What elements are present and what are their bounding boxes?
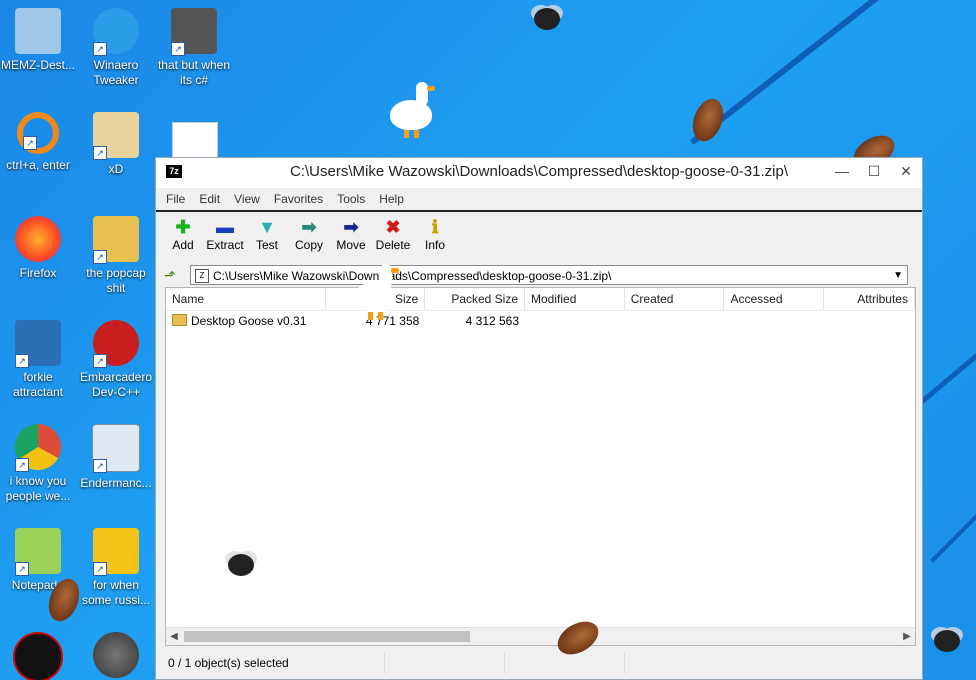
dark-app-icon: [13, 632, 63, 680]
de-icon: ↗: [93, 528, 139, 576]
desktop-icon-chrome[interactable]: ↗ i know you people we...: [0, 424, 76, 504]
ring-icon: ↗: [17, 112, 59, 154]
folder-up-icon[interactable]: ⬏: [164, 267, 180, 283]
fly-icon: [534, 8, 560, 30]
desktop-icon-endermanch[interactable]: ↗ Endermanc...: [78, 424, 154, 491]
check-icon: ▼: [258, 217, 276, 237]
folder-icon: [172, 314, 187, 326]
flash-icon: [93, 632, 139, 678]
monitor-gear-icon: ↗: [15, 320, 61, 368]
column-attributes[interactable]: Attributes: [824, 288, 915, 310]
app-window-icon: ↗: [92, 424, 140, 473]
row-size: 4 771 358: [365, 314, 420, 328]
column-packed-size[interactable]: Packed Size: [425, 288, 526, 310]
desktop-icon-russian[interactable]: ↗ for when some russi...: [78, 528, 154, 608]
7zip-window: 7z C:\Users\Mike Wazowski\Downloads\Comp…: [155, 157, 923, 680]
status-selection: 0 / 1 object(s) selected: [165, 653, 385, 673]
file-list[interactable]: Name Size Packed Size Modified Created A…: [165, 287, 916, 646]
address-row: ⬏ Z C:\Users\Mike Wazowski\Downloads\Com…: [156, 262, 922, 288]
menu-help[interactable]: Help: [379, 192, 404, 206]
menu-view[interactable]: View: [234, 192, 260, 206]
desktop-icon-csharp[interactable]: ↗ that but when its c#: [156, 8, 232, 88]
menu-bar: File Edit View Favorites Tools Help: [156, 188, 922, 210]
recycle-bin-icon: [15, 8, 61, 54]
title-bar[interactable]: 7z C:\Users\Mike Wazowski\Downloads\Comp…: [156, 158, 922, 188]
column-created[interactable]: Created: [625, 288, 725, 310]
menu-tools[interactable]: Tools: [337, 192, 365, 206]
scroll-left-icon[interactable]: ◀: [166, 628, 182, 645]
goose-icon: [354, 264, 399, 320]
status-extra: [625, 653, 913, 673]
chrome-icon: ↗: [15, 424, 61, 472]
test-button[interactable]: ▼ Test: [246, 216, 288, 252]
wallpaper-light-beam: [690, 0, 954, 145]
info-button[interactable]: ℹ Info: [414, 216, 456, 252]
row-packed-size: 4 312 563: [465, 314, 520, 328]
fly-icon: [228, 554, 254, 576]
zip-icon: Z: [195, 269, 209, 283]
copy-button[interactable]: ➡ Copy: [288, 216, 330, 252]
minus-icon: ▬: [216, 217, 234, 237]
menu-favorites[interactable]: Favorites: [274, 192, 323, 206]
maximize-button[interactable]: ☐: [858, 158, 890, 186]
menu-file[interactable]: File: [166, 192, 185, 206]
devcpp-icon: ↗: [93, 320, 139, 368]
goose-icon: [390, 82, 435, 138]
copy-arrow-icon: ➡: [301, 217, 317, 237]
desktop-icon-dark[interactable]: [0, 632, 76, 680]
address-bar[interactable]: Z C:\Users\Mike Wazowski\Downloads\Compr…: [190, 265, 908, 285]
folder-icon: ↗: [93, 216, 139, 264]
menu-edit[interactable]: Edit: [199, 192, 220, 206]
desktop-icon-forkie[interactable]: ↗ forkie attractant: [0, 320, 76, 400]
desktop-icon-memz[interactable]: MEMZ-Dest...: [0, 8, 76, 73]
info-icon: ℹ: [431, 217, 439, 237]
minimize-button[interactable]: —: [826, 158, 858, 186]
close-button[interactable]: ✕: [890, 158, 922, 186]
desktop-icon-xd[interactable]: ↗ xD: [78, 112, 154, 177]
status-bar: 0 / 1 object(s) selected: [165, 653, 913, 673]
scrollbar-thumb[interactable]: [184, 631, 470, 642]
fly-icon: [934, 630, 960, 652]
status-size: [385, 653, 505, 673]
wallpaper-light-beam: [930, 496, 976, 563]
desktop-icon-popcap[interactable]: ↗ the popcap shit: [78, 216, 154, 296]
stack-icon: ↗: [171, 8, 217, 56]
drawing-thumbnail: [172, 122, 218, 158]
move-arrow-icon: ➡: [343, 217, 359, 237]
desktop-icon-firefox[interactable]: Firefox: [0, 216, 76, 281]
chevron-down-icon[interactable]: ▼: [893, 266, 903, 286]
table-row[interactable]: Desktop Goose v0.31 4 771 358 4 312 563: [166, 311, 915, 331]
row-name: Desktop Goose v0.31: [191, 314, 307, 328]
wallpaper-light-beam: [920, 322, 976, 404]
extract-button[interactable]: ▬ Extract: [204, 216, 246, 252]
move-button[interactable]: ➡ Move: [330, 216, 372, 252]
column-headers: Name Size Packed Size Modified Created A…: [166, 288, 915, 311]
desktop-icon-ctrl-a[interactable]: ↗ ctrl+a, enter: [0, 112, 76, 173]
delete-x-icon: ✖: [385, 217, 401, 237]
plus-icon: ✚: [175, 217, 191, 237]
column-modified[interactable]: Modified: [525, 288, 625, 310]
column-accessed[interactable]: Accessed: [724, 288, 825, 310]
notepadpp-icon: ↗: [15, 528, 61, 576]
winaero-icon: ↗: [93, 8, 139, 56]
firefox-icon: [15, 216, 61, 262]
desktop-icon-winaero[interactable]: ↗ Winaero Tweaker: [78, 8, 154, 88]
toolbar: ✚ Add ▬ Extract ▼ Test ➡ Copy ➡ Move ✖ D…: [156, 210, 922, 262]
window-title: C:\Users\Mike Wazowski\Downloads\Compres…: [290, 163, 788, 180]
column-name[interactable]: Name: [166, 288, 326, 310]
desktop-icon-flash[interactable]: [78, 632, 154, 680]
add-button[interactable]: ✚ Add: [162, 216, 204, 252]
hxd-icon: ↗: [93, 112, 139, 160]
address-text: C:\Users\Mike Wazowski\Downloads\Compres…: [213, 269, 612, 283]
status-packed: [505, 653, 625, 673]
scroll-right-icon[interactable]: ▶: [899, 628, 915, 645]
delete-button[interactable]: ✖ Delete: [372, 216, 414, 252]
horizontal-scrollbar[interactable]: ◀ ▶: [166, 627, 915, 645]
desktop-icon-devcpp[interactable]: ↗ Embarcadero Dev-C++: [78, 320, 154, 400]
